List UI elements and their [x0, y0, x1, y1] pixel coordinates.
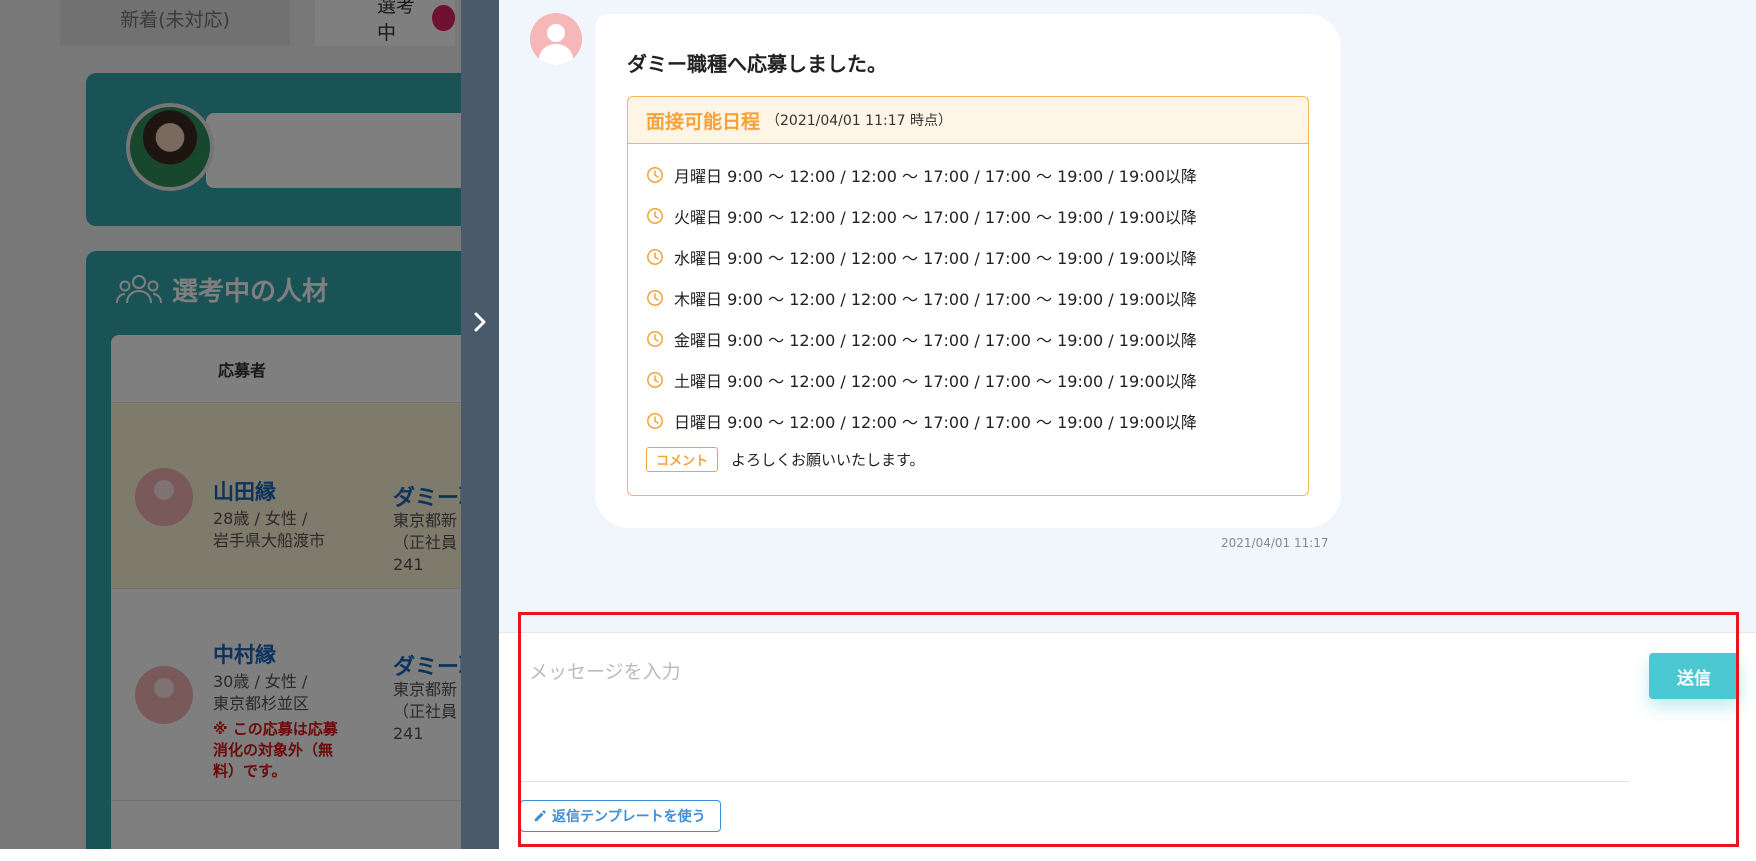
schedule-text: 木曜日 9:00 〜 12:00 / 12:00 〜 17:00 / 17:00… [674, 289, 1197, 309]
use-reply-template-button[interactable]: 返信テンプレートを使う [520, 800, 721, 832]
avatar-head [547, 24, 565, 42]
schedule-text: 日曜日 9:00 〜 12:00 / 12:00 〜 17:00 / 17:00… [674, 412, 1197, 432]
interview-schedule: 面接可能日程 （2021/04/01 11:17 時点） 月曜日 9:00 〜 … [627, 96, 1309, 496]
schedule-header: 面接可能日程 （2021/04/01 11:17 時点） [628, 97, 1308, 144]
clock-icon [647, 412, 663, 429]
comment-label: コメント [646, 446, 719, 472]
collapse-drawer-button[interactable] [461, 303, 499, 341]
schedule-item: 月曜日 9:00 〜 12:00 / 12:00 〜 17:00 / 17:00… [646, 154, 1308, 195]
send-button[interactable]: 送信 [1649, 653, 1739, 699]
clock-icon [647, 330, 663, 347]
divider [519, 781, 1629, 782]
message-composer: 送信 返信テンプレートを使う [499, 632, 1756, 849]
avatar-body [539, 44, 573, 65]
drawer-toggle-bar [461, 0, 499, 849]
schedule-item: 土曜日 9:00 〜 12:00 / 12:00 〜 17:00 / 17:00… [646, 359, 1308, 400]
clock-icon [647, 207, 663, 224]
message-title: ダミー職種へ応募しました。 [627, 52, 887, 76]
schedule-timestamp: （2021/04/01 11:17 時点） [766, 113, 952, 129]
message-bubble: ダミー職種へ応募しました。 面接可能日程 （2021/04/01 11:17 時… [595, 14, 1341, 528]
pencil-icon [534, 810, 546, 822]
schedule-title: 面接可能日程 [646, 110, 761, 133]
schedule-item: 火曜日 9:00 〜 12:00 / 12:00 〜 17:00 / 17:00… [646, 195, 1308, 236]
schedule-item: 水曜日 9:00 〜 12:00 / 12:00 〜 17:00 / 17:00… [646, 236, 1308, 277]
schedule-text: 金曜日 9:00 〜 12:00 / 12:00 〜 17:00 / 17:00… [674, 330, 1197, 350]
chevron-right-icon [474, 312, 486, 332]
comment-text: よろしくお願いいたします。 [731, 450, 925, 469]
message-timestamp: 2021/04/01 11:17 [1221, 536, 1329, 550]
message-drawer: ダミー職種へ応募しました。 面接可能日程 （2021/04/01 11:17 時… [499, 0, 1756, 849]
schedule-item: 日曜日 9:00 〜 12:00 / 12:00 〜 17:00 / 17:00… [646, 400, 1308, 441]
schedule-item: 木曜日 9:00 〜 12:00 / 12:00 〜 17:00 / 17:00… [646, 277, 1308, 318]
clock-icon [647, 166, 663, 183]
schedule-text: 月曜日 9:00 〜 12:00 / 12:00 〜 17:00 / 17:00… [674, 166, 1197, 186]
message-input[interactable] [529, 657, 1632, 782]
schedule-text: 水曜日 9:00 〜 12:00 / 12:00 〜 17:00 / 17:00… [674, 248, 1197, 268]
clock-icon [647, 289, 663, 306]
schedule-text: 土曜日 9:00 〜 12:00 / 12:00 〜 17:00 / 17:00… [674, 371, 1197, 391]
template-button-label: 返信テンプレートを使う [552, 809, 706, 825]
comment-row: コメント よろしくお願いいたします。 [628, 444, 1308, 474]
avatar [530, 13, 582, 65]
schedule-text: 火曜日 9:00 〜 12:00 / 12:00 〜 17:00 / 17:00… [674, 207, 1197, 227]
schedule-item: 金曜日 9:00 〜 12:00 / 12:00 〜 17:00 / 17:00… [646, 318, 1308, 359]
schedule-list: 月曜日 9:00 〜 12:00 / 12:00 〜 17:00 / 17:00… [628, 144, 1308, 441]
clock-icon [647, 371, 663, 388]
clock-icon [647, 248, 663, 265]
